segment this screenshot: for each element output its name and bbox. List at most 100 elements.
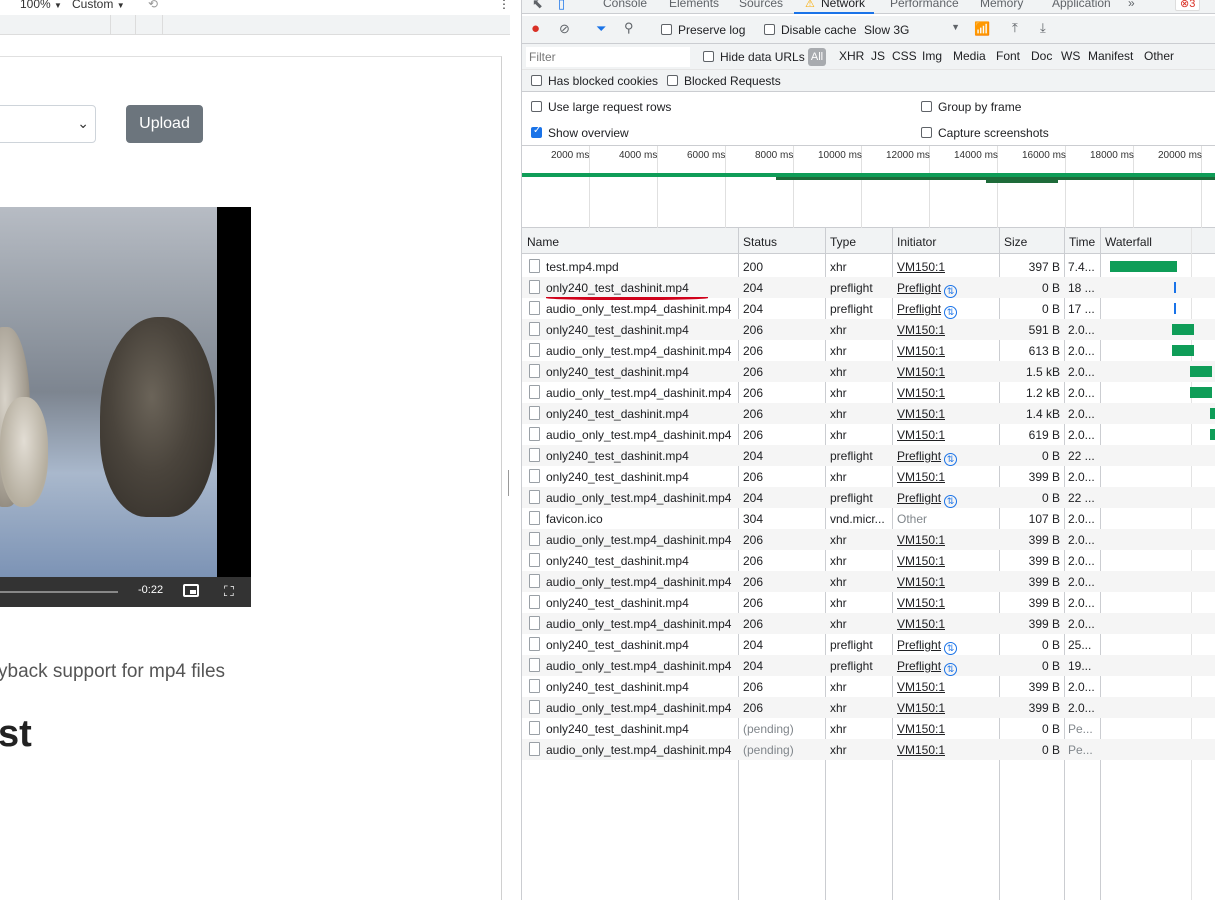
table-row[interactable]: audio_only_test.mp4_dashinit.mp4 206 xhr VM… <box>522 424 1215 445</box>
table-row[interactable]: audio_only_test.mp4_dashinit.mp4 206 xhr VM… <box>522 697 1215 718</box>
has-blocked-cookies-checkbox[interactable] <box>531 75 542 86</box>
request-name[interactable]: audio_only_test.mp4_dashinit.mp4 <box>546 428 736 442</box>
initiator-preflight[interactable]: Preflight <box>897 449 941 463</box>
column-time[interactable]: Time <box>1069 235 1095 249</box>
table-row[interactable]: only240_test_dashinit.mp4 206 xhr VM150:1 39… <box>522 466 1215 487</box>
video-progress-bar[interactable] <box>0 591 118 593</box>
request-name[interactable]: audio_only_test.mp4_dashinit.mp4 <box>546 659 736 673</box>
table-row[interactable]: audio_only_test.mp4_dashinit.mp4 206 xhr VM… <box>522 613 1215 634</box>
column-size[interactable]: Size <box>1004 235 1027 249</box>
table-row[interactable]: only240_test_dashinit.mp4 206 xhr VM150:1 1.… <box>522 361 1215 382</box>
table-row[interactable]: audio_only_test.mp4_dashinit.mp4 206 xhr VM… <box>522 340 1215 361</box>
initiator-link[interactable]: VM150:1 <box>897 701 945 715</box>
initiator-preflight[interactable]: Preflight <box>897 659 941 673</box>
request-name[interactable]: audio_only_test.mp4_dashinit.mp4 <box>546 617 736 631</box>
initiator-preflight[interactable]: Preflight <box>897 281 941 295</box>
initiator-link[interactable]: VM150:1 <box>897 386 945 400</box>
tab-sources[interactable]: Sources <box>739 0 783 10</box>
throttling-select[interactable]: Slow 3G ▼ <box>860 22 960 38</box>
initiator-link[interactable]: VM150:1 <box>897 533 945 547</box>
table-row[interactable]: audio_only_test.mp4_dashinit.mp4 (pending… <box>522 739 1215 760</box>
video-player[interactable]: -0:22 ⛶ <box>0 207 251 607</box>
request-name[interactable]: audio_only_test.mp4_dashinit.mp4 <box>546 575 736 589</box>
filter-img[interactable]: Img <box>922 49 942 63</box>
table-row[interactable]: only240_test_dashinit.mp4 204 preflight Pre… <box>522 445 1215 466</box>
initiator-preflight[interactable]: Preflight <box>897 302 941 316</box>
filter-input[interactable]: Filter <box>526 47 690 67</box>
picture-in-picture-icon[interactable] <box>183 584 199 597</box>
table-row[interactable]: only240_test_dashinit.mp4 206 xhr VM150:1 39… <box>522 550 1215 571</box>
initiator-link[interactable]: VM150:1 <box>897 743 945 757</box>
tab-application[interactable]: Application <box>1052 0 1111 10</box>
request-name[interactable]: favicon.ico <box>546 512 736 526</box>
filter-icon[interactable]: ⏷ <box>596 21 606 37</box>
table-row[interactable]: audio_only_test.mp4_dashinit.mp4 206 xhr VM… <box>522 382 1215 403</box>
request-name[interactable]: audio_only_test.mp4_dashinit.mp4 <box>546 344 736 358</box>
column-status[interactable]: Status <box>743 235 777 249</box>
import-har-icon[interactable]: ⤒ <box>1012 20 1018 36</box>
initiator-link[interactable]: VM150:1 <box>897 722 945 736</box>
filter-other[interactable]: Other <box>1144 49 1174 63</box>
large-rows-checkbox[interactable] <box>531 101 542 112</box>
upload-button[interactable]: Upload <box>126 105 203 143</box>
filter-font[interactable]: Font <box>996 49 1020 63</box>
clear-icon[interactable]: ⊘ <box>559 21 570 37</box>
table-row[interactable]: only240_test_dashinit.mp4 206 xhr VM150:1 39… <box>522 592 1215 613</box>
request-name[interactable]: audio_only_test.mp4_dashinit.mp4 <box>546 302 736 316</box>
inspect-icon[interactable]: ⬉ <box>532 0 543 12</box>
tab-memory[interactable]: Memory <box>980 0 1023 10</box>
rotate-icon[interactable]: ⟲ <box>148 0 158 11</box>
tab-console[interactable]: Console <box>603 0 647 10</box>
panel-splitter[interactable] <box>508 470 510 496</box>
network-overview[interactable]: 2000 ms 4000 ms 6000 ms 8000 ms 10000 ms… <box>522 146 1215 228</box>
table-row[interactable]: audio_only_test.mp4_dashinit.mp4 204 prefl… <box>522 655 1215 676</box>
request-name[interactable]: only240_test_dashinit.mp4 <box>546 722 736 736</box>
request-name[interactable]: audio_only_test.mp4_dashinit.mp4 <box>546 743 736 757</box>
table-row[interactable]: audio_only_test.mp4_dashinit.mp4 204 prefl… <box>522 298 1215 319</box>
initiator-link[interactable]: VM150:1 <box>897 407 945 421</box>
more-tabs-icon[interactable]: » <box>1128 0 1135 10</box>
table-row[interactable]: favicon.ico 304 vnd.micr... Other 107 B 2.0..… <box>522 508 1215 529</box>
preserve-log-checkbox[interactable] <box>661 24 672 35</box>
initiator-link[interactable]: VM150:1 <box>897 428 945 442</box>
column-type[interactable]: Type <box>830 235 856 249</box>
request-name[interactable]: audio_only_test.mp4_dashinit.mp4 <box>546 701 736 715</box>
show-overview-checkbox[interactable] <box>531 125 542 138</box>
request-name[interactable]: only240_test_dashinit.mp4 <box>546 281 736 295</box>
request-name[interactable]: only240_test_dashinit.mp4 <box>546 596 736 610</box>
filter-xhr[interactable]: XHR <box>839 49 864 63</box>
request-name[interactable]: only240_test_dashinit.mp4 <box>546 638 736 652</box>
filter-css[interactable]: CSS <box>892 49 917 63</box>
hide-data-urls-checkbox[interactable] <box>703 51 714 62</box>
device-toggle-icon[interactable]: ▯ <box>558 0 565 12</box>
filter-doc[interactable]: Doc <box>1031 49 1052 63</box>
initiator-link[interactable]: VM150:1 <box>897 554 945 568</box>
request-name[interactable]: only240_test_dashinit.mp4 <box>546 554 736 568</box>
initiator-preflight[interactable]: Preflight <box>897 638 941 652</box>
table-row[interactable]: only240_test_dashinit.mp4 206 xhr VM150:1 39… <box>522 676 1215 697</box>
table-row[interactable]: only240_test_dashinit.mp4 204 preflight Pre… <box>522 634 1215 655</box>
filter-all-button[interactable]: All <box>808 48 826 66</box>
record-icon[interactable]: ● <box>531 20 540 37</box>
request-name[interactable]: only240_test_dashinit.mp4 <box>546 407 736 421</box>
more-options-icon[interactable]: ⋮ <box>498 0 510 11</box>
initiator-link[interactable]: VM150:1 <box>897 365 945 379</box>
request-name[interactable]: audio_only_test.mp4_dashinit.mp4 <box>546 386 736 400</box>
blocked-requests-checkbox[interactable] <box>667 75 678 86</box>
tab-performance[interactable]: Performance <box>890 0 959 10</box>
initiator-preflight[interactable]: Preflight <box>897 491 941 505</box>
request-name[interactable]: test.mp4.mpd <box>546 260 736 274</box>
capture-screenshots-checkbox[interactable] <box>921 127 932 138</box>
filter-manifest[interactable]: Manifest <box>1088 49 1133 63</box>
column-waterfall[interactable]: Waterfall <box>1105 235 1152 249</box>
initiator-link[interactable]: VM150:1 <box>897 617 945 631</box>
table-row[interactable]: audio_only_test.mp4_dashinit.mp4 206 xhr VM… <box>522 571 1215 592</box>
zoom-select[interactable]: 100% ▼ <box>20 0 62 11</box>
table-row[interactable]: only240_test_dashinit.mp4 206 xhr VM150:1 59… <box>522 319 1215 340</box>
column-initiator[interactable]: Initiator <box>897 235 936 249</box>
table-row[interactable]: test.mp4.mpd 200 xhr VM150:1 397 B 7.4... <box>522 256 1215 277</box>
column-name[interactable]: Name <box>527 235 559 249</box>
search-icon[interactable]: ⚲ <box>624 20 634 36</box>
table-row[interactable]: only240_test_dashinit.mp4 (pending) xhr VM1… <box>522 718 1215 739</box>
initiator-link[interactable]: VM150:1 <box>897 323 945 337</box>
